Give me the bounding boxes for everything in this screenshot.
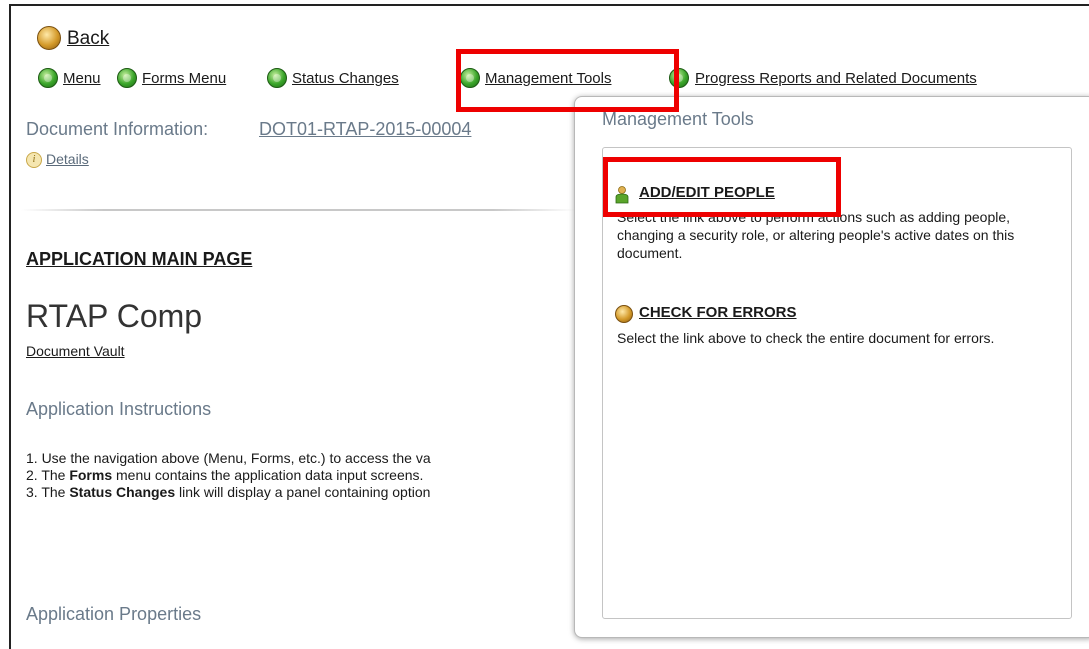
check-errors-icon[interactable] (615, 305, 633, 323)
nav-forms-menu-link[interactable]: Forms Menu (142, 70, 226, 87)
status-changes-icon[interactable] (267, 68, 287, 88)
info-icon: i (26, 152, 42, 168)
people-icon[interactable] (615, 186, 629, 204)
add-edit-people-link[interactable]: ADD/EDIT PEOPLE (639, 184, 775, 201)
page-heading: APPLICATION MAIN PAGE (26, 249, 253, 269)
nav-management-tools-link[interactable]: Management Tools (485, 70, 611, 87)
section-divider (21, 209, 576, 211)
application-window: Back Menu Forms Menu Status Changes Mana… (9, 4, 1089, 649)
back-link[interactable]: Back (67, 28, 109, 50)
app-title: RTAP Comp (26, 298, 203, 334)
document-id-link[interactable]: DOT01-RTAP-2015-00004 (259, 119, 471, 140)
instructions-list: 1. Use the navigation above (Menu, Forms… (26, 450, 431, 501)
nav-menu-link[interactable]: Menu (63, 70, 101, 87)
nav-progress-reports-link[interactable]: Progress Reports and Related Documents (695, 70, 977, 87)
back-icon[interactable] (37, 26, 61, 50)
management-tools-panel: Management Tools ADD/EDIT PEOPLE Select … (574, 96, 1089, 638)
instruction-item: 2. The Forms menu contains the applicati… (26, 467, 424, 483)
document-information-label: Document Information: (26, 119, 209, 139)
document-vault-link[interactable]: Document Vault (26, 343, 125, 359)
check-for-errors-description: Select the link above to check the entir… (617, 330, 995, 346)
forms-menu-icon[interactable] (117, 68, 137, 88)
menu-icon[interactable] (38, 68, 58, 88)
instruction-item: 3. The Status Changes link will display … (26, 484, 431, 500)
panel-content: ADD/EDIT PEOPLE Select the link above to… (602, 147, 1072, 619)
properties-heading: Application Properties (26, 604, 202, 624)
instructions-heading: Application Instructions (26, 399, 212, 419)
progress-reports-icon[interactable] (669, 68, 689, 88)
check-for-errors-link[interactable]: CHECK FOR ERRORS (639, 304, 797, 321)
panel-title: Management Tools (602, 109, 754, 129)
nav-status-changes-link[interactable]: Status Changes (292, 70, 399, 87)
add-edit-people-description: Select the link above to perform actions… (617, 209, 1015, 261)
details-link[interactable]: Details (46, 151, 89, 167)
management-tools-icon[interactable] (460, 68, 480, 88)
instruction-item: 1. Use the navigation above (Menu, Forms… (26, 450, 431, 466)
